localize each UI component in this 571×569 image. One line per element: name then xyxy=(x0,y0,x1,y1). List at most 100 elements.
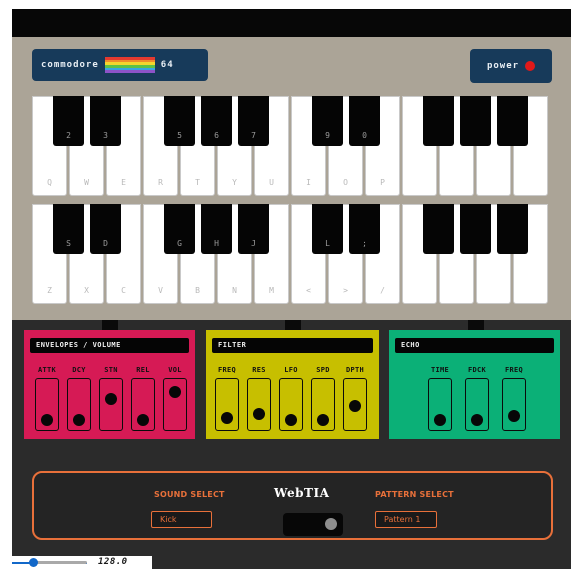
filter-title: FILTER xyxy=(212,338,373,353)
panel-tab xyxy=(102,320,118,330)
echo-panel: ECHO TIME FDCK FREQ xyxy=(389,330,560,439)
slider-knob[interactable] xyxy=(137,413,149,426)
key-label: J xyxy=(251,239,256,248)
key-label: D xyxy=(103,239,108,248)
black-key[interactable]: 7 xyxy=(238,96,269,146)
app-title: WebTIA xyxy=(274,486,330,500)
echo-title: ECHO xyxy=(395,338,554,353)
top-bar xyxy=(12,9,571,37)
key-label: Z xyxy=(47,286,52,295)
key-label: 2 xyxy=(66,131,71,140)
black-key[interactable] xyxy=(497,96,528,146)
slider-label: TIME xyxy=(430,366,450,374)
key-label: M xyxy=(269,286,274,295)
key-label: W xyxy=(84,178,89,187)
slider-slot[interactable] xyxy=(131,378,155,431)
brand-model: 64 xyxy=(160,60,174,70)
slider-knob[interactable] xyxy=(221,411,233,424)
slider-knob[interactable] xyxy=(434,413,446,426)
slider-slot[interactable] xyxy=(247,378,271,431)
tempo-slider-rest xyxy=(32,561,87,564)
slider-label: DCY xyxy=(72,366,86,374)
black-key[interactable] xyxy=(497,204,528,254)
black-key[interactable]: D xyxy=(90,204,121,254)
slider-knob[interactable] xyxy=(471,413,483,426)
slider-knob[interactable] xyxy=(105,392,117,405)
key-label: H xyxy=(214,239,219,248)
key-label: I xyxy=(306,178,311,187)
pattern-select[interactable]: Pattern 1 xyxy=(375,511,437,528)
play-toggle[interactable] xyxy=(283,513,343,536)
control-area: SOUND SELECT WebTIA PATTERN SELECT Kick … xyxy=(12,454,571,569)
slider-slot[interactable] xyxy=(215,378,239,431)
black-key[interactable]: ; xyxy=(349,204,380,254)
slider-knob[interactable] xyxy=(253,408,265,421)
slider-knob[interactable] xyxy=(285,413,297,426)
black-key[interactable] xyxy=(423,96,454,146)
slider-slot[interactable] xyxy=(465,378,489,431)
slider-slot[interactable] xyxy=(343,378,367,431)
key-label: / xyxy=(380,286,385,295)
slider-knob[interactable] xyxy=(349,399,361,412)
slider-label: STN xyxy=(104,366,118,374)
slider-knob[interactable] xyxy=(169,385,181,398)
rainbow-stripe xyxy=(104,70,155,74)
black-key[interactable]: S xyxy=(53,204,84,254)
key-label: R xyxy=(158,178,163,187)
slider-label: REL xyxy=(136,366,150,374)
black-key[interactable] xyxy=(460,96,491,146)
black-key[interactable]: H xyxy=(201,204,232,254)
slider-label: ATTK xyxy=(37,366,57,374)
black-key[interactable]: 3 xyxy=(90,96,121,146)
slider-label: FREQ xyxy=(504,366,524,374)
slider-label: FREQ xyxy=(217,366,237,374)
keyboard-lower: Z X C V B N M < > / S D G H J L; xyxy=(32,204,550,304)
black-key[interactable]: J xyxy=(238,204,269,254)
sound-select[interactable]: Kick xyxy=(151,511,212,528)
black-key[interactable]: 6 xyxy=(201,96,232,146)
black-key[interactable] xyxy=(460,204,491,254)
black-key[interactable] xyxy=(423,204,454,254)
synth-app: commodore 64 power Q W E R T Y U I O P 2 3 5 6 7 9 0 Z X C… xyxy=(12,9,571,569)
slider-label: LFO xyxy=(284,366,298,374)
slider-slot[interactable] xyxy=(279,378,303,431)
black-key[interactable]: L xyxy=(312,204,343,254)
black-key[interactable]: 0 xyxy=(349,96,380,146)
key-label: X xyxy=(84,286,89,295)
slider-slot[interactable] xyxy=(99,378,123,431)
key-label: V xyxy=(158,286,163,295)
panel-tabs-strip xyxy=(12,320,571,330)
filter-panel: FILTER FREQ RES LFO SPD DPTH xyxy=(206,330,379,439)
synth-top-plate: commodore 64 power Q W E R T Y U I O P 2 3 5 6 7 9 0 Z X C… xyxy=(12,37,571,320)
black-key[interactable]: 2 xyxy=(53,96,84,146)
toggle-knob-icon xyxy=(325,518,337,530)
slider-knob[interactable] xyxy=(73,413,85,426)
key-label: ; xyxy=(362,239,367,248)
black-key[interactable]: G xyxy=(164,204,195,254)
key-label: U xyxy=(269,178,274,187)
pattern-select-label: PATTERN SELECT xyxy=(375,490,454,499)
slider-slot[interactable] xyxy=(428,378,452,431)
tempo-control: 128.0 xyxy=(12,556,152,569)
slider-label: FDCK xyxy=(467,366,487,374)
slider-knob[interactable] xyxy=(317,413,329,426)
key-label: 6 xyxy=(214,131,219,140)
slider-slot[interactable] xyxy=(502,378,526,431)
black-key[interactable]: 9 xyxy=(312,96,343,146)
key-label: S xyxy=(66,239,71,248)
black-key[interactable]: 5 xyxy=(164,96,195,146)
key-label: E xyxy=(121,178,126,187)
slider-slot[interactable] xyxy=(311,378,335,431)
slider-knob[interactable] xyxy=(508,410,520,422)
tempo-slider-thumb[interactable] xyxy=(29,558,38,567)
key-label: Y xyxy=(232,178,237,187)
slider-knob[interactable] xyxy=(41,413,53,426)
power-led-icon xyxy=(525,61,536,71)
key-label: < xyxy=(306,286,311,295)
slider-slot[interactable] xyxy=(67,378,91,431)
keyboard-upper: Q W E R T Y U I O P 2 3 5 6 7 9 0 xyxy=(32,96,550,196)
power-button[interactable]: power xyxy=(470,49,552,83)
key-label: P xyxy=(380,178,385,187)
slider-slot[interactable] xyxy=(35,378,59,431)
slider-slot[interactable] xyxy=(163,378,187,431)
